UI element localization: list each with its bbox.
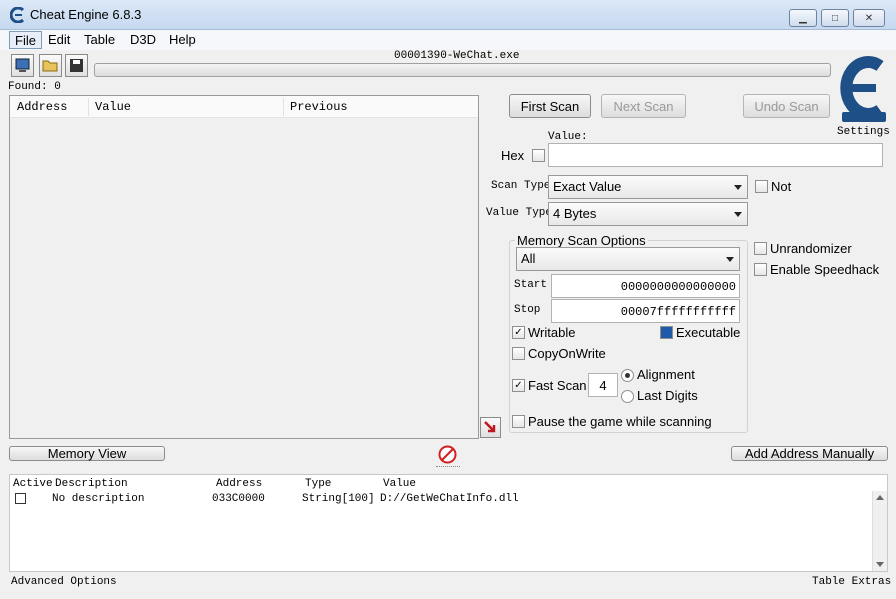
results-header: Address Value Previous xyxy=(10,96,478,118)
save-button[interactable] xyxy=(65,54,88,77)
writable-label: Writable xyxy=(528,325,576,340)
row-type: String[100] xyxy=(302,493,375,505)
arrow-down-right-icon xyxy=(484,421,496,433)
menu-d3d[interactable]: D3D xyxy=(125,31,161,49)
alignment-label: Alignment xyxy=(637,367,695,382)
menu-edit[interactable]: Edit xyxy=(43,31,75,49)
minimize-button[interactable]: ▁ xyxy=(789,9,817,27)
row-active-checkbox[interactable] xyxy=(15,493,26,504)
memory-region-select[interactable]: All xyxy=(516,247,740,271)
copyonwrite-label: CopyOnWrite xyxy=(528,346,606,361)
speedhack-label: Enable Speedhack xyxy=(770,262,880,277)
scan-results-list[interactable]: Address Value Previous xyxy=(9,95,479,439)
fast-scan-input[interactable]: 4 xyxy=(588,373,618,397)
copyonwrite-checkbox[interactable] xyxy=(512,347,525,360)
pause-game-label: Pause the game while scanning xyxy=(528,414,712,429)
chevron-down-icon xyxy=(734,185,742,190)
fast-scan-label: Fast Scan xyxy=(528,378,587,393)
not-checkbox[interactable] xyxy=(755,180,768,193)
column-address[interactable]: Address xyxy=(17,100,67,114)
value-input[interactable] xyxy=(548,143,883,167)
row-value: D://GetWeChatInfo.dll xyxy=(380,493,519,505)
memory-view-button[interactable]: Memory View xyxy=(9,446,165,461)
advanced-options-link[interactable]: Advanced Options xyxy=(11,576,117,588)
value-label: Value: xyxy=(548,131,588,143)
menu-file[interactable]: File xyxy=(9,31,42,49)
column-value[interactable]: Value xyxy=(95,100,131,114)
hex-label: Hex xyxy=(501,148,525,163)
add-selected-to-list-button[interactable] xyxy=(480,417,501,438)
value-type-select[interactable]: 4 Bytes xyxy=(548,202,748,226)
chevron-down-icon xyxy=(734,212,742,217)
row-address: 033C0000 xyxy=(212,493,265,505)
alignment-radio[interactable] xyxy=(621,369,634,382)
scan-type-select[interactable]: Exact Value xyxy=(548,175,748,199)
floppy-disk-icon xyxy=(70,59,83,72)
app-icon xyxy=(9,6,26,24)
hex-checkbox[interactable] xyxy=(532,149,545,162)
address-list[interactable]: Active Description Address Type Value No… xyxy=(9,474,888,572)
fast-scan-checkbox[interactable]: ✓ xyxy=(512,379,525,392)
executable-label: Executable xyxy=(676,325,741,340)
menu-help[interactable]: Help xyxy=(164,31,201,49)
executable-checkbox[interactable] xyxy=(660,326,673,339)
stop-icon[interactable] xyxy=(438,445,457,464)
add-address-manually-button[interactable]: Add Address Manually xyxy=(731,446,888,461)
undo-scan-button[interactable]: Undo Scan xyxy=(743,94,830,118)
value-type-label: Value Type xyxy=(486,207,553,219)
first-scan-button[interactable]: First Scan xyxy=(509,94,591,118)
start-address-input[interactable]: 0000000000000000 xyxy=(551,274,740,298)
addr-col-value[interactable]: Value xyxy=(383,478,416,490)
value-type-value: 4 Bytes xyxy=(553,206,597,221)
column-previous[interactable]: Previous xyxy=(290,100,348,114)
address-list-scrollbar[interactable] xyxy=(872,491,887,571)
cheat-engine-logo[interactable] xyxy=(834,50,890,126)
window-title: Cheat Engine 6.8.3 xyxy=(30,7,142,22)
addr-col-address[interactable]: Address xyxy=(216,478,262,490)
addr-col-description[interactable]: Description xyxy=(55,478,128,490)
scan-progress-bar xyxy=(94,63,831,77)
select-process-button[interactable] xyxy=(11,54,34,77)
start-label: Start xyxy=(514,279,548,291)
speedhack-checkbox[interactable] xyxy=(754,263,767,276)
open-file-button[interactable] xyxy=(39,54,62,77)
menu-bar: File Edit Table D3D Help xyxy=(0,30,896,50)
stop-label: Stop xyxy=(514,304,541,316)
unrandomizer-checkbox[interactable] xyxy=(754,242,767,255)
addr-col-active[interactable]: Active xyxy=(13,478,53,490)
row-description: No description xyxy=(52,493,145,505)
menu-table[interactable]: Table xyxy=(79,31,120,49)
unrandomizer-label: Unrandomizer xyxy=(770,241,852,256)
settings-link[interactable]: Settings xyxy=(837,126,890,138)
next-scan-button[interactable]: Next Scan xyxy=(601,94,686,118)
memory-region-value: All xyxy=(521,251,536,266)
not-label: Not xyxy=(771,179,792,194)
process-name: 00001390-WeChat.exe xyxy=(394,50,520,62)
scan-type-label: Scan Type xyxy=(491,180,551,192)
found-count: Found: 0 xyxy=(8,81,61,93)
last-digits-label: Last Digits xyxy=(637,388,698,403)
pause-game-checkbox[interactable] xyxy=(512,415,525,428)
table-extras-link[interactable]: Table Extras xyxy=(812,576,891,588)
maximize-button[interactable]: □ xyxy=(821,9,849,27)
addr-col-type[interactable]: Type xyxy=(305,478,331,490)
scan-type-value: Exact Value xyxy=(553,179,622,194)
memory-scan-options-title: Memory Scan Options xyxy=(515,233,648,248)
splitter-handle[interactable] xyxy=(436,466,460,469)
table-row[interactable]: No description 033C0000 String[100] D://… xyxy=(10,491,880,507)
chevron-down-icon xyxy=(726,257,734,262)
stop-address-input[interactable]: 00007fffffffffff xyxy=(551,299,740,323)
folder-open-icon xyxy=(42,60,58,72)
close-button[interactable]: ✕ xyxy=(853,9,885,27)
last-digits-radio[interactable] xyxy=(621,390,634,403)
writable-checkbox[interactable]: ✓ xyxy=(512,326,525,339)
title-bar: Cheat Engine 6.8.3 ▁ □ ✕ xyxy=(0,0,896,30)
computer-icon xyxy=(15,58,30,72)
